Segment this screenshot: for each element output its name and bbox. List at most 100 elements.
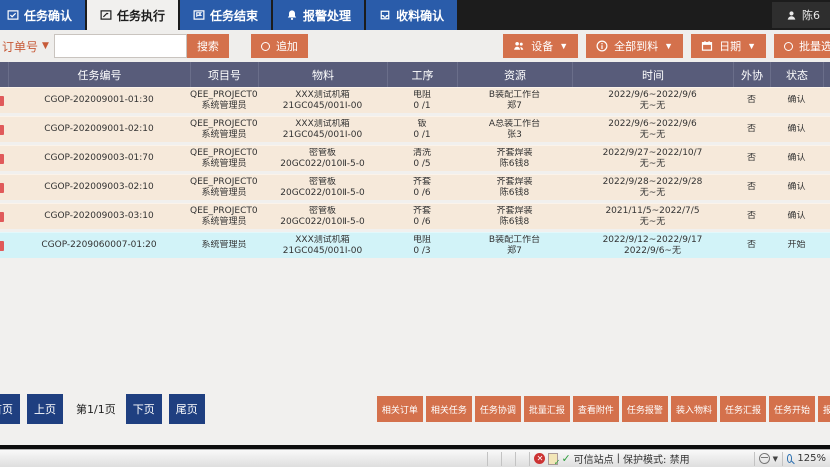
table-row[interactable]: CGOP-202009001-02:10QEE_PROJECT001系统管理员X… [0, 116, 830, 142]
change-zoom-globe-cell[interactable]: ▼ [754, 452, 782, 466]
action-button-1[interactable]: 相关任务 [426, 396, 472, 422]
cell-process: 清洗0 /5 [387, 148, 457, 169]
cell-material: XXX测试机箱21GC045/001I-00 [258, 235, 387, 256]
action-button-3[interactable]: 批量汇报 [524, 396, 570, 422]
chevron-down-icon: ▼ [773, 455, 778, 463]
date-dropdown-button[interactable]: 日期 ▼ [691, 34, 766, 58]
prev-page-button[interactable]: 上页 [27, 394, 63, 424]
table-row[interactable]: CGOP-202009003-03:10QEE_PROJECT001系统管理员密… [0, 203, 830, 229]
security-zone-cell[interactable]: ✕ ✓ 可信站点 | 保护模式: 禁用 [529, 452, 693, 466]
footer-bar: 首页 上页 第1/1页 下页 尾页 相关订单相关任务任务协调批量汇报查看附件任务… [0, 392, 830, 426]
cell-line: 齐套焊装 [457, 148, 572, 159]
cell-line: 20GC022/010Ⅱ-5-0 [258, 217, 387, 228]
cell-line: QEE_PROJECT001 [190, 148, 258, 159]
last-page-button[interactable]: 尾页 [169, 394, 205, 424]
table-row[interactable]: CGOP-202009001-01:30QEE_PROJECT001系统管理员X… [0, 87, 830, 113]
action-button-6[interactable]: 装入物料 [671, 396, 717, 422]
column-header: 外协 [733, 62, 770, 87]
table-row[interactable]: CGOP-2209060007-01:20系统管理员XXX测试机箱21GC045… [0, 232, 830, 258]
tab-task-confirm[interactable]: 任务确认 [0, 0, 85, 30]
cell-line: 0 /3 [387, 246, 457, 257]
next-page-button[interactable]: 下页 [126, 394, 162, 424]
action-button-0[interactable]: 相关订单 [377, 396, 423, 422]
action-button-5[interactable]: 任务报警 [622, 396, 668, 422]
cell-outsourced: 否 [733, 95, 770, 106]
column-header: 工序 [387, 62, 457, 87]
filter-field-dropdown[interactable]: 订单号 ▼ [2, 38, 49, 55]
cell-line: 密管板 [258, 177, 387, 188]
cell-line: 系统管理员 [190, 240, 258, 251]
row-flag-icon [0, 204, 8, 229]
cell-line: 无~无 [572, 217, 733, 228]
column-header: 物料 [258, 62, 387, 87]
cell-line: 系统管理员 [190, 130, 258, 141]
cell-line: QEE_PROJECT001 [190, 206, 258, 217]
tab-receive-confirm[interactable]: 收料确认 [366, 0, 457, 30]
first-page-button[interactable]: 首页 [0, 394, 20, 424]
cell-line: 0 /5 [387, 159, 457, 170]
statusbar-cell [487, 452, 501, 466]
tab-task-end[interactable]: 任务结束 [180, 0, 271, 30]
cell-line: 系统管理员 [190, 101, 258, 112]
toolbar-right-group: 设备 ▼ 全部到料 ▼ 日期 ▼ 批量选 [503, 34, 830, 58]
cell-line: XXX测试机箱 [258, 119, 387, 130]
calendar-icon [701, 40, 713, 52]
cell-process: 电阻0 /3 [387, 235, 457, 256]
cell-line: 郑7 [457, 101, 572, 112]
cell-task-no: CGOP-202009003-01:70 [8, 153, 190, 164]
cell-resource: B装配工作台郑7 [457, 235, 572, 256]
tab-task-execute[interactable]: 任务执行 [87, 0, 178, 30]
cell-resource: 齐套焊装陈6钱8 [457, 206, 572, 227]
filter-toolbar: 订单号 ▼ 搜索 追加 设备 ▼ 全部到料 ▼ 日期 ▼ 批量选 [0, 30, 830, 62]
cell-line: 20GC022/010Ⅱ-5-0 [258, 188, 387, 199]
search-input[interactable] [54, 34, 187, 58]
action-button-2[interactable]: 任务协调 [475, 396, 521, 422]
table-row[interactable]: CGOP-202009003-01:70QEE_PROJECT001系统管理员密… [0, 145, 830, 171]
cell-line: 2022/9/6~无 [572, 246, 733, 257]
batch-select-button[interactable]: 批量选 [774, 34, 830, 58]
cell-line: 2022/9/27~2022/10/7 [572, 148, 733, 159]
task-execute-icon [100, 9, 112, 21]
arrival-button-label: 全部到料 [614, 38, 658, 54]
zoom-level-control[interactable]: 125% [782, 452, 830, 466]
cell-resource: 齐套焊装陈6钱8 [457, 177, 572, 198]
cell-line: QEE_PROJECT001 [190, 177, 258, 188]
cell-outsourced: 否 [733, 153, 770, 164]
cell-line: 21GC045/001I-00 [258, 101, 387, 112]
action-button-7[interactable]: 任务汇报 [720, 396, 766, 422]
search-button-label: 搜索 [197, 38, 219, 54]
cell-line: 齐套焊装 [457, 177, 572, 188]
certificate-check-icon [548, 453, 558, 465]
action-button-4[interactable]: 查看附件 [573, 396, 619, 422]
cell-process: 钣0 /1 [387, 119, 457, 140]
cell-line: 电阻 [387, 90, 457, 101]
zoom-level-label: 125% [797, 453, 826, 464]
action-button-8[interactable]: 任务开始 [769, 396, 815, 422]
cell-line: XXX测试机箱 [258, 90, 387, 101]
cell-line: 电阻 [387, 235, 457, 246]
table-row[interactable]: CGOP-202009003-02:10QEE_PROJECT001系统管理员密… [0, 174, 830, 200]
cell-line: 0 /6 [387, 217, 457, 228]
action-button-9[interactable]: 报告 [818, 396, 830, 422]
cell-status: 确认 [770, 124, 823, 135]
cell-line: 密管板 [258, 148, 387, 159]
statusbar-cell [501, 452, 515, 466]
cell-line: 张3 [457, 130, 572, 141]
user-menu[interactable]: 陈6 [772, 2, 830, 28]
row-flag-icon [0, 88, 8, 113]
cell-line: 密管板 [258, 206, 387, 217]
cell-outsourced: 否 [733, 240, 770, 251]
cell-line: 0 /1 [387, 101, 457, 112]
append-button[interactable]: 追加 [251, 34, 308, 58]
cell-line: 齐套 [387, 206, 457, 217]
chevron-down-icon: ▼ [42, 42, 49, 51]
arrival-filter-button[interactable]: 全部到料 ▼ [586, 34, 683, 58]
device-dropdown-button[interactable]: 设备 ▼ [503, 34, 578, 58]
browser-status-bar: ✕ ✓ 可信站点 | 保护模式: 禁用 ▼ 125% [0, 449, 830, 467]
search-button[interactable]: 搜索 [187, 34, 229, 58]
cell-process: 齐套0 /6 [387, 177, 457, 198]
cell-material: 密管板20GC022/010Ⅱ-5-0 [258, 206, 387, 227]
tab-alarm-handle[interactable]: 报警处理 [273, 0, 364, 30]
cell-line: 系统管理员 [190, 159, 258, 170]
cell-task-no: CGOP-202009003-02:10 [8, 182, 190, 193]
